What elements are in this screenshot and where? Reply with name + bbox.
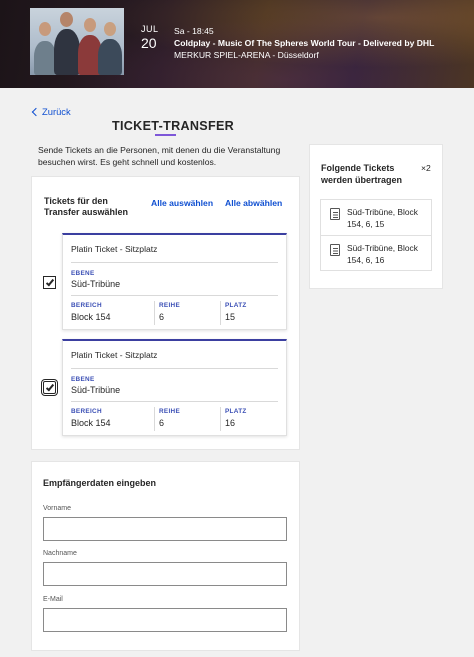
- email-field[interactable]: [43, 608, 287, 632]
- level-value: Süd-Tribüne: [71, 279, 121, 289]
- summary-item-text: Süd-Tribüne, Block 154, 6, 16: [347, 243, 418, 265]
- select-all-link[interactable]: Alle auswählen: [151, 198, 213, 208]
- ticket-card[interactable]: Platin Ticket - Sitzplatz EBENE Süd-Trib…: [62, 339, 287, 436]
- ticket-selection-heading: Tickets für den Transfer auswählen: [44, 196, 129, 217]
- ticket-checkbox[interactable]: [43, 276, 56, 289]
- block-value: Block 154: [71, 418, 111, 428]
- block-label: BEREICH: [71, 302, 102, 309]
- summary-count: ×2: [421, 163, 431, 173]
- divider: [220, 407, 221, 431]
- summary-item-text: Süd-Tribüne, Block 154, 6, 15: [347, 207, 418, 229]
- email-label: E-Mail: [43, 596, 63, 603]
- event-image: [30, 8, 124, 75]
- block-value: Block 154: [71, 312, 111, 322]
- last-name-field[interactable]: [43, 562, 287, 586]
- deselect-all-link[interactable]: Alle abwählen: [225, 198, 282, 208]
- title-accent: [155, 134, 176, 136]
- row-label: REIHE: [159, 408, 181, 415]
- summary-heading: Folgende Tickets werden übertragen: [321, 163, 403, 185]
- ticket-category: Platin Ticket - Sitzplatz: [71, 350, 158, 360]
- first-name-label: Vorname: [43, 505, 72, 512]
- last-name-label: Nachname: [43, 550, 77, 557]
- seat-label: PLATZ: [225, 302, 247, 309]
- divider: [154, 301, 155, 325]
- divider: [71, 368, 278, 369]
- divider: [71, 262, 278, 263]
- level-label: EBENE: [71, 376, 95, 383]
- event-time: Sa - 18:45: [174, 26, 214, 36]
- summary-list: Süd-Tribüne, Block 154, 6, 15 Süd-Tribün…: [320, 199, 432, 271]
- event-info: Sa - 18:45 Coldplay - Music Of The Spher…: [174, 25, 434, 61]
- divider: [220, 301, 221, 325]
- event-date: JUL 20: [141, 24, 159, 51]
- first-name-field[interactable]: [43, 517, 287, 541]
- checkmark-icon: [45, 382, 54, 391]
- summary-item: Süd-Tribüne, Block 154, 6, 16: [321, 235, 431, 271]
- intro-text: Sende Tickets an die Personen, mit denen…: [38, 145, 281, 167]
- summary-item: Süd-Tribüne, Block 154, 6, 15: [321, 200, 431, 236]
- divider: [71, 295, 278, 296]
- ticket-category: Platin Ticket - Sitzplatz: [71, 244, 158, 254]
- seat-value: 16: [225, 418, 236, 428]
- ticket-card[interactable]: Platin Ticket - Sitzplatz EBENE Süd-Trib…: [62, 233, 287, 330]
- row-value: 6: [159, 312, 165, 322]
- seat-value: 15: [225, 312, 236, 322]
- seat-label: PLATZ: [225, 408, 247, 415]
- chevron-left-icon: [31, 107, 41, 117]
- ticket-icon: [330, 244, 340, 256]
- event-month: JUL: [141, 24, 159, 34]
- divider: [154, 407, 155, 431]
- checkmark-icon: [45, 277, 54, 286]
- row-value: 6: [159, 418, 165, 428]
- event-title: Coldplay - Music Of The Spheres World To…: [174, 38, 435, 48]
- back-link-label: Zurück: [42, 106, 71, 117]
- level-label: EBENE: [71, 270, 95, 277]
- level-value: Süd-Tribüne: [71, 385, 121, 395]
- event-venue: MERKUR SPIEL-ARENA - Düsseldorf: [174, 50, 319, 60]
- row-label: REIHE: [159, 302, 181, 309]
- recipient-heading: Empfängerdaten eingeben: [43, 478, 157, 488]
- event-day: 20: [141, 35, 157, 51]
- ticket-checkbox[interactable]: [41, 379, 58, 396]
- divider: [71, 401, 278, 402]
- page-title: TICKET-TRANSFER: [112, 119, 235, 133]
- block-label: BEREICH: [71, 408, 102, 415]
- back-link[interactable]: Zurück: [31, 106, 71, 117]
- event-header: JUL 20 Sa - 18:45 Coldplay - Music Of Th…: [0, 0, 474, 88]
- ticket-icon: [330, 208, 340, 220]
